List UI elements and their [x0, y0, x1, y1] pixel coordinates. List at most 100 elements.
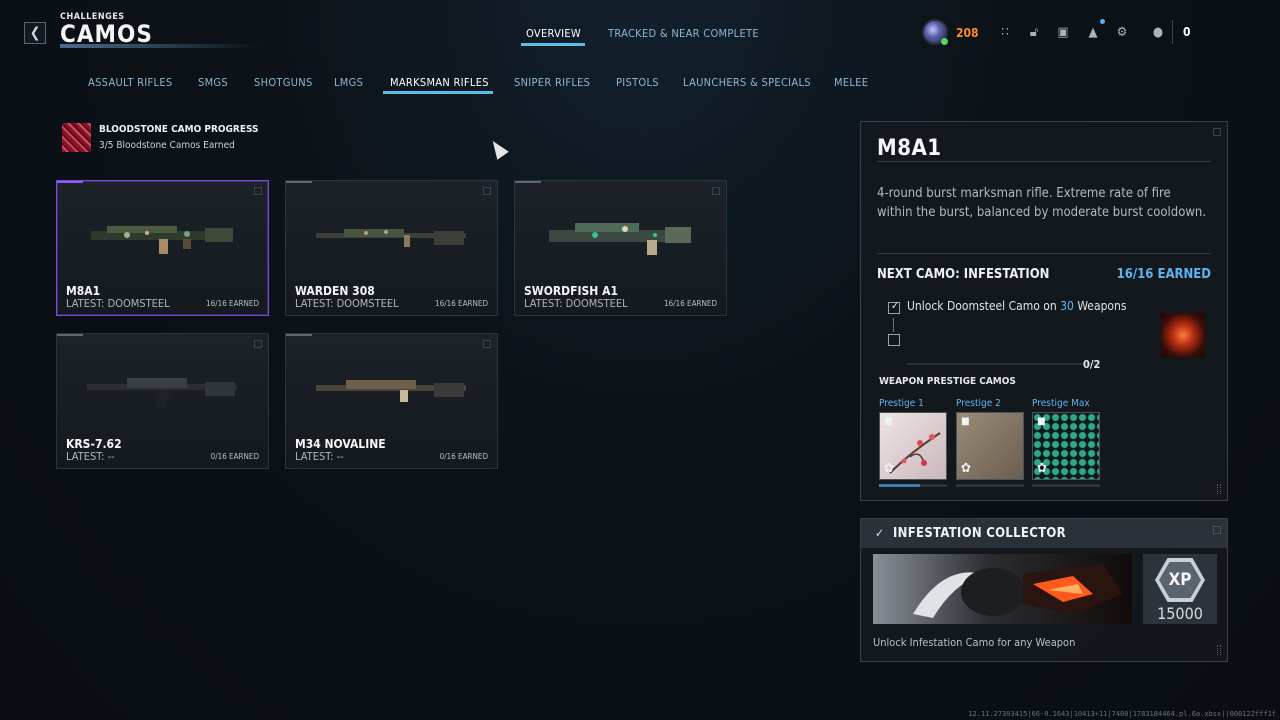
card-corner-icon [712, 187, 720, 195]
weapon-name: M8A1 [66, 284, 101, 298]
prestige-2-camo[interactable]: ■ ✿ [956, 412, 1024, 480]
bloodstone-camo-thumbnail [62, 123, 91, 152]
xp-label: XP [1159, 562, 1201, 598]
prestige-2-label: Prestige 2 [956, 398, 1001, 409]
task-description: Unlock Doomsteel Camo on 30 Weapons [907, 299, 1127, 313]
header-glow [60, 44, 260, 48]
cat-tab-launchers-specials[interactable]: LAUNCHERS & SPECIALS [683, 76, 811, 89]
cat-tab-melee[interactable]: MELEE [834, 76, 868, 89]
lock-icon[interactable]: 🔓︎ [1024, 22, 1044, 42]
hud-divider [1172, 20, 1173, 44]
card-corner-icon [483, 340, 491, 348]
cat-tab-smgs[interactable]: SMGS [198, 76, 228, 89]
party-count: 0 [1183, 25, 1191, 39]
weapon-latest-camo: LATEST: DOOMSTEEL [295, 297, 399, 310]
back-button[interactable]: ❮ [24, 22, 46, 44]
xp-reward-box: XP 15000 [1143, 554, 1217, 624]
cat-tab-shotguns[interactable]: SHOTGUNS [254, 76, 313, 89]
task-highlight: 30 [1060, 299, 1074, 313]
xp-badge-icon: XP [1155, 558, 1205, 602]
party-icon[interactable]: ● [1148, 22, 1168, 42]
prestige-max-progress [1032, 484, 1100, 487]
build-info: 12.11.27303415|66-0.1643|10413+11|7400|1… [968, 710, 1276, 718]
next-camo-earned: 16/16 EARNED [1116, 267, 1211, 282]
cat-tab-lmgs[interactable]: LMGS [334, 76, 363, 89]
prestige-max-camo[interactable]: ■ ✿ [1032, 412, 1100, 480]
panel-scroll-handle[interactable] [1217, 645, 1221, 655]
xp-value: 15000 [1157, 604, 1203, 623]
weapon-name: WARDEN 308 [295, 284, 375, 298]
swordfish-a1-rifle-image [549, 223, 691, 255]
weapon-latest-camo: LATEST: DOOMSTEEL [66, 297, 170, 310]
mouse-cursor-icon [487, 136, 509, 160]
weapon-detail-panel: M8A1 4-round burst marksman rifle. Extre… [860, 121, 1228, 501]
progress-subtitle: 3/5 Bloodstone Camos Earned [99, 140, 235, 151]
lock-icon: ■ [1037, 416, 1046, 427]
weapon-name: M34 NOVALINE [295, 437, 386, 451]
online-status-dot [941, 38, 948, 45]
task-checkbox-empty [888, 334, 900, 346]
weapon-earned-count: 16/16 EARNED [206, 299, 259, 308]
weapon-latest-camo: LATEST: -- [66, 450, 115, 463]
card-accent [286, 181, 312, 183]
task-text-suffix: Weapons [1073, 299, 1127, 313]
tab-active-indicator [521, 43, 585, 46]
tab-tracked[interactable]: TRACKED & NEAR COMPLETE [608, 27, 759, 40]
prestige-1-camo[interactable]: ■ ✿ [879, 412, 947, 480]
card-corner-icon [254, 340, 262, 348]
prestige-1-label: Prestige 1 [879, 398, 924, 409]
m8a1-rifle-image [91, 226, 233, 254]
weapon-latest-camo: LATEST: -- [295, 450, 344, 463]
cat-tab-assault-rifles[interactable]: ASSAULT RIFLES [88, 76, 172, 89]
panel-scroll-handle[interactable] [1217, 484, 1221, 494]
prestige-1-progress [879, 484, 947, 487]
grid-icon[interactable]: ∷ [995, 22, 1015, 42]
weapon-latest-camo: LATEST: DOOMSTEEL [524, 297, 628, 310]
detail-description: 4-round burst marksman rifle. Extreme ra… [877, 186, 1207, 220]
prestige-symbol-icon: ✿ [884, 461, 894, 476]
weapon-earned-count: 16/16 EARNED [435, 299, 488, 308]
collector-title: INFESTATION COLLECTOR [893, 526, 1066, 541]
bell-icon[interactable]: ▲ [1083, 22, 1103, 42]
panel-corner-icon [1213, 128, 1221, 136]
prestige-symbol-icon: ✿ [961, 461, 971, 476]
lock-icon: ■ [961, 416, 970, 427]
task-progress-bar [907, 363, 1097, 365]
gear-icon[interactable]: ⚙ [1112, 22, 1132, 42]
tab-overview[interactable]: OVERVIEW [526, 27, 581, 40]
next-camo-label: NEXT CAMO: INFESTATION [877, 267, 1050, 282]
prestige-max-label: Prestige Max [1032, 398, 1090, 409]
chevron-left-icon: ❮ [29, 25, 41, 41]
cat-tab-active-indicator [383, 91, 493, 94]
task-checkbox-checked: ✓ [888, 299, 900, 314]
weapon-card-m34-novaline[interactable]: M34 NOVALINE LATEST: -- 0/16 EARNED [285, 333, 498, 469]
infestation-camo-thumbnail [1161, 313, 1205, 357]
krs-762-rifle-image [87, 378, 237, 408]
warden-308-rifle-image [316, 229, 466, 247]
prestige-2-progress [956, 484, 1024, 487]
cat-tab-pistols[interactable]: PISTOLS [616, 76, 659, 89]
checkmark-icon: ✓ [875, 526, 885, 540]
card-accent [286, 334, 312, 336]
task-count: 0/2 [1083, 358, 1101, 371]
player-level: 208 [956, 26, 979, 40]
prestige-symbol-icon: ✿ [1037, 461, 1047, 476]
card-accent [57, 181, 83, 183]
weapon-card-swordfish-a1[interactable]: SWORDFISH A1 LATEST: DOOMSTEEL 16/16 EAR… [514, 180, 727, 316]
task-text: Unlock Doomsteel Camo on [907, 299, 1061, 313]
cat-tab-sniper-rifles[interactable]: SNIPER RIFLES [514, 76, 590, 89]
camera-icon[interactable]: ▣ [1053, 22, 1073, 42]
weapon-card-warden-308[interactable]: WARDEN 308 LATEST: DOOMSTEEL 16/16 EARNE… [285, 180, 498, 316]
panel-corner-icon [1213, 526, 1221, 534]
collector-challenge-panel: ✓ INFESTATION COLLECTOR XP 15000 Unlock … [860, 518, 1228, 662]
infestation-creature-art [873, 554, 1132, 624]
divider [877, 161, 1211, 162]
cat-tab-marksman-rifles[interactable]: MARKSMAN RIFLES [390, 76, 489, 89]
weapon-name: SWORDFISH A1 [524, 284, 618, 298]
prestige-1-progress-fill [879, 484, 920, 487]
checkmark-icon: ✓ [891, 299, 900, 312]
weapon-card-m8a1[interactable]: M8A1 LATEST: DOOMSTEEL 16/16 EARNED [56, 180, 269, 316]
weapon-card-krs-762[interactable]: KRS-7.62 LATEST: -- 0/16 EARNED [56, 333, 269, 469]
weapon-earned-count: 16/16 EARNED [664, 299, 717, 308]
task-connector [893, 318, 894, 332]
